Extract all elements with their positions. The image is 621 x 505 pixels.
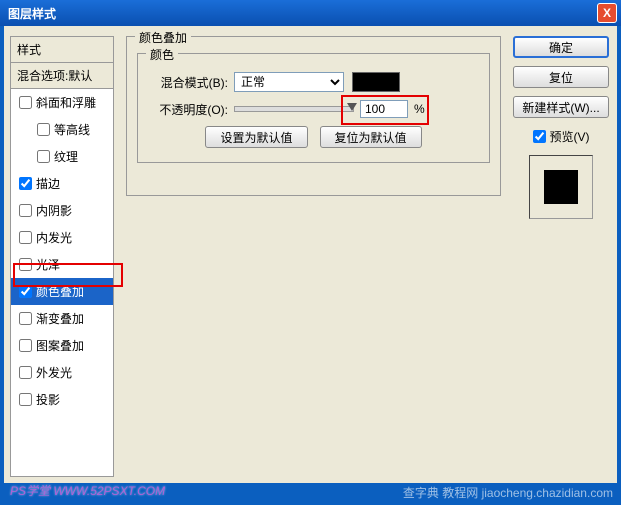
style-item-11[interactable]: 投影 [11, 386, 113, 413]
style-checkbox-1[interactable] [37, 123, 50, 136]
watermark-left: PS学堂 WWW.52PSXT.COM [10, 482, 165, 499]
ok-button[interactable]: 确定 [513, 36, 609, 58]
style-checkbox-9[interactable] [19, 339, 32, 352]
style-checkbox-5[interactable] [19, 231, 32, 244]
panel-title: 颜色叠加 [135, 29, 191, 46]
style-label-11: 投影 [36, 391, 60, 408]
titlebar: 图层样式 X [0, 0, 621, 26]
styles-header: 样式 [11, 37, 113, 63]
preview-swatch [544, 170, 578, 204]
blend-mode-label: 混合模式(B): [148, 74, 228, 91]
style-checkbox-0[interactable] [19, 96, 32, 109]
style-item-9[interactable]: 图案叠加 [11, 332, 113, 359]
style-label-2: 纹理 [54, 148, 78, 165]
style-checkbox-11[interactable] [19, 393, 32, 406]
style-item-7[interactable]: 颜色叠加 [11, 278, 113, 305]
style-label-5: 内发光 [36, 229, 72, 246]
style-label-6: 光泽 [36, 256, 60, 273]
style-item-5[interactable]: 内发光 [11, 224, 113, 251]
style-label-7: 颜色叠加 [36, 283, 84, 300]
cancel-button[interactable]: 复位 [513, 66, 609, 88]
style-checkbox-6[interactable] [19, 258, 32, 271]
blend-options-header[interactable]: 混合选项:默认 [11, 63, 113, 89]
default-buttons-row: 设置为默认值 复位为默认值 [148, 126, 479, 148]
style-item-0[interactable]: 斜面和浮雕 [11, 89, 113, 116]
style-checkbox-10[interactable] [19, 366, 32, 379]
preview-label: 预览(V) [550, 128, 590, 145]
opacity-suffix: % [414, 102, 425, 116]
blend-mode-row: 混合模式(B): 正常 [148, 72, 479, 92]
style-checkbox-8[interactable] [19, 312, 32, 325]
opacity-label: 不透明度(O): [148, 101, 228, 118]
style-label-10: 外发光 [36, 364, 72, 381]
close-icon: X [603, 6, 611, 20]
preview-checkbox[interactable] [533, 130, 546, 143]
style-item-10[interactable]: 外发光 [11, 359, 113, 386]
right-panel: 确定 复位 新建样式(W)... 预览(V) [511, 36, 611, 477]
reset-default-button[interactable]: 复位为默认值 [320, 126, 422, 148]
style-checkbox-7[interactable] [19, 285, 32, 298]
style-label-1: 等高线 [54, 121, 90, 138]
style-checkbox-4[interactable] [19, 204, 32, 217]
style-label-8: 渐变叠加 [36, 310, 84, 327]
preview-toggle[interactable]: 预览(V) [533, 128, 590, 145]
blend-mode-select[interactable]: 正常 [234, 72, 344, 92]
new-style-button[interactable]: 新建样式(W)... [513, 96, 609, 118]
color-group: 颜色 混合模式(B): 正常 不透明度(O): % [137, 53, 490, 163]
style-label-9: 图案叠加 [36, 337, 84, 354]
style-label-4: 内阴影 [36, 202, 72, 219]
style-item-4[interactable]: 内阴影 [11, 197, 113, 224]
opacity-slider[interactable] [234, 106, 354, 112]
style-checkbox-2[interactable] [37, 150, 50, 163]
watermark-right: 查字典 教程网 jiaocheng.chazidian.com [403, 484, 613, 501]
color-group-title: 颜色 [146, 46, 178, 63]
opacity-input[interactable] [360, 100, 408, 118]
close-button[interactable]: X [597, 3, 617, 23]
slider-thumb-icon[interactable] [347, 103, 357, 111]
color-swatch[interactable] [352, 72, 400, 92]
dialog-body: 样式 混合选项:默认 斜面和浮雕等高线纹理描边内阴影内发光光泽颜色叠加渐变叠加图… [4, 26, 617, 483]
style-label-0: 斜面和浮雕 [36, 94, 96, 111]
preview-box [529, 155, 593, 219]
window-title: 图层样式 [4, 5, 597, 22]
style-item-8[interactable]: 渐变叠加 [11, 305, 113, 332]
style-item-2[interactable]: 纹理 [11, 143, 113, 170]
styles-panel: 样式 混合选项:默认 斜面和浮雕等高线纹理描边内阴影内发光光泽颜色叠加渐变叠加图… [10, 36, 114, 477]
style-item-3[interactable]: 描边 [11, 170, 113, 197]
style-label-3: 描边 [36, 175, 60, 192]
color-overlay-fieldset: 颜色叠加 颜色 混合模式(B): 正常 不透明度(O): % [126, 36, 501, 196]
set-default-button[interactable]: 设置为默认值 [205, 126, 307, 148]
style-item-1[interactable]: 等高线 [11, 116, 113, 143]
opacity-row: 不透明度(O): % [148, 100, 479, 118]
style-item-6[interactable]: 光泽 [11, 251, 113, 278]
center-panel: 颜色叠加 颜色 混合模式(B): 正常 不透明度(O): % [126, 36, 501, 477]
style-checkbox-3[interactable] [19, 177, 32, 190]
